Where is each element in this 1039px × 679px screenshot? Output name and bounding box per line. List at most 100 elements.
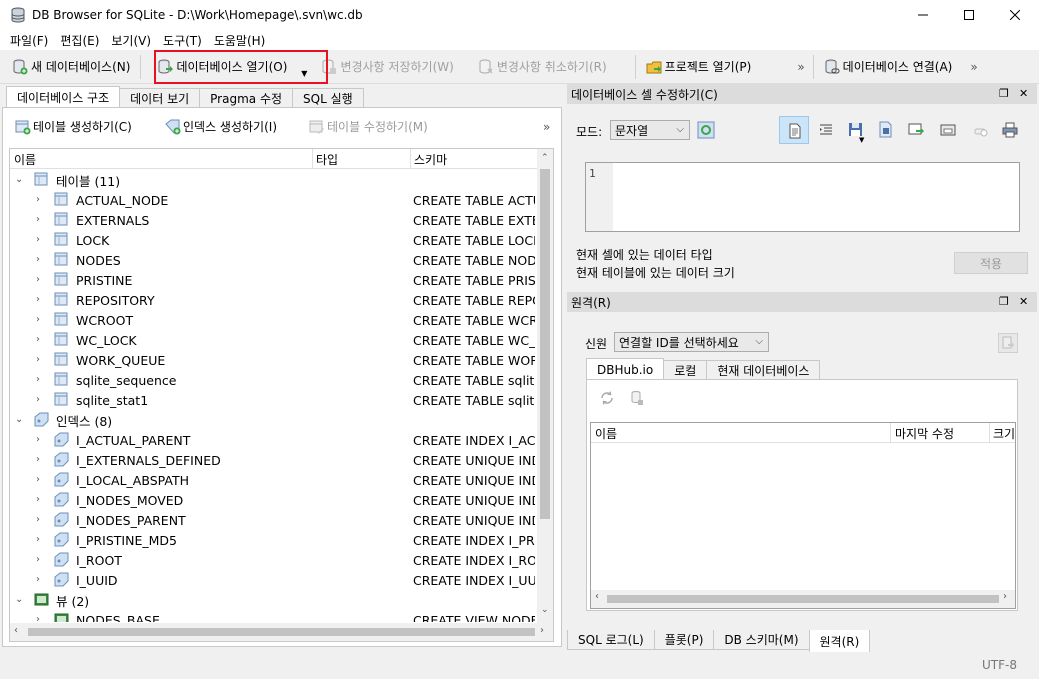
tree-item[interactable]: › sqlite_sequence CREATE TABLE sqlite_sequ…: [10, 370, 535, 390]
connect-identity-button[interactable]: [998, 333, 1018, 353]
clone-database-icon[interactable]: [629, 390, 645, 406]
scroll-right-icon[interactable]: ›: [540, 625, 544, 636]
tab-current-database[interactable]: 현재 데이터베이스: [706, 360, 821, 380]
chevron-right-icon[interactable]: ›: [36, 315, 46, 325]
tree-item[interactable]: › LOCK CREATE TABLE LOCK: [10, 230, 535, 250]
chevron-right-icon[interactable]: ›: [36, 615, 46, 623]
column-header-name[interactable]: 이름: [14, 151, 36, 168]
scroll-left-icon[interactable]: ‹: [14, 625, 18, 636]
tree-item[interactable]: › I_EXTERNALS_DEFINED CREATE UNIQUE INDEX: [10, 450, 535, 470]
minimize-button[interactable]: [900, 0, 946, 30]
revert-changes-button[interactable]: 변경사항 취소하기(R): [472, 54, 613, 80]
scroll-thumb[interactable]: [540, 169, 550, 519]
column-header-size[interactable]: 크기: [993, 425, 1015, 442]
tree-vertical-scrollbar[interactable]: ⌃ ⌄: [537, 149, 553, 623]
menu-help[interactable]: 도움말(H): [208, 32, 272, 49]
tree-item[interactable]: › I_PRISTINE_MD5 CREATE INDEX I_PRISTINE_M…: [10, 530, 535, 550]
chevron-right-icon[interactable]: ›: [36, 235, 46, 245]
save-changes-button[interactable]: 변경사항 저장하기(W): [315, 54, 459, 80]
refresh-icon[interactable]: [599, 390, 615, 406]
chevron-down-icon[interactable]: ⌄: [15, 175, 25, 185]
print-icon[interactable]: [1001, 121, 1019, 139]
chevron-right-icon[interactable]: ›: [36, 255, 46, 265]
tree-group-view[interactable]: ⌄ 뷰 (2): [10, 590, 535, 610]
cell-editor[interactable]: 1: [585, 162, 1020, 232]
tree-item[interactable]: › REPOSITORY CREATE TABLE REPOSITORY: [10, 290, 535, 310]
tree-item[interactable]: › NODES CREATE TABLE NODES: [10, 250, 535, 270]
tab-remote[interactable]: 원격(R): [808, 630, 871, 652]
chevron-right-icon[interactable]: ›: [36, 555, 46, 565]
copy-icon[interactable]: [939, 121, 957, 139]
open-project-button[interactable]: 프로젝트 열기(P): [640, 54, 758, 80]
export-file-icon[interactable]: [877, 121, 895, 139]
tree-item[interactable]: › WORK_QUEUE CREATE TABLE WORK_QUEUE: [10, 350, 535, 370]
chevron-right-icon[interactable]: ›: [36, 455, 46, 465]
column-header-schema[interactable]: 스키마: [414, 151, 447, 168]
chevron-down-icon[interactable]: ⌄: [15, 595, 25, 605]
tab-db-schema[interactable]: DB 스키마(M): [713, 630, 810, 650]
remote-horizontal-scrollbar[interactable]: ‹ ›: [591, 590, 1015, 608]
menu-edit[interactable]: 편집(E): [54, 32, 105, 49]
chevron-right-icon[interactable]: ›: [36, 375, 46, 385]
chevron-right-icon[interactable]: ›: [36, 515, 46, 525]
column-header-last-modified[interactable]: 마지막 수정: [895, 425, 954, 442]
tree-item[interactable]: › I_UUID CREATE INDEX I_UUID: [10, 570, 535, 590]
new-database-button[interactable]: 새 데이터베이스(N): [6, 54, 136, 80]
chevron-right-icon[interactable]: ›: [36, 535, 46, 545]
scroll-up-icon[interactable]: ⌃: [541, 153, 549, 163]
tree-item[interactable]: › PRISTINE CREATE TABLE PRISTINE: [10, 270, 535, 290]
identity-select[interactable]: 연결할 ID를 선택하세요 ⌵: [614, 332, 769, 352]
tab-sql-log[interactable]: SQL 로그(L): [567, 630, 655, 650]
tab-browse-data[interactable]: 데이터 보기: [119, 88, 201, 108]
scroll-left-icon[interactable]: ‹: [595, 591, 599, 602]
close-dock-icon[interactable]: ✕: [1019, 87, 1028, 100]
chevron-right-icon[interactable]: ›: [36, 475, 46, 485]
chevron-right-icon[interactable]: ›: [36, 335, 46, 345]
toolbar-overflow-button[interactable]: »: [797, 60, 804, 74]
tab-plot[interactable]: 플롯(P): [653, 630, 715, 650]
create-table-button[interactable]: 테이블 생성하기(C): [15, 118, 132, 135]
scroll-thumb-horizontal[interactable]: [28, 628, 535, 636]
chevron-right-icon[interactable]: ›: [36, 195, 46, 205]
tree-item[interactable]: › I_LOCAL_ABSPATH CREATE UNIQUE INDEX: [10, 470, 535, 490]
modify-table-button[interactable]: 테이블 수정하기(M): [309, 118, 428, 135]
menu-file[interactable]: 파일(F): [4, 32, 54, 49]
tree-group-index[interactable]: ⌄ 인덱스 (8): [10, 410, 535, 430]
float-dock-icon[interactable]: ❐: [999, 87, 1009, 100]
clear-icon[interactable]: [971, 121, 989, 139]
maximize-button[interactable]: [946, 0, 992, 30]
import-dropdown-arrow[interactable]: ▼: [859, 136, 864, 144]
tree-item[interactable]: › WCROOT CREATE TABLE WCROOT: [10, 310, 535, 330]
menu-tools[interactable]: 도구(T): [157, 32, 208, 49]
chevron-right-icon[interactable]: ›: [36, 355, 46, 365]
chevron-right-icon[interactable]: ›: [36, 275, 46, 285]
toolbar-overflow-button-2[interactable]: »: [970, 60, 977, 74]
tree-group-table[interactable]: ⌄ 테이블 (11): [10, 170, 535, 190]
scroll-down-icon[interactable]: ⌄: [541, 605, 549, 615]
create-index-button[interactable]: 인덱스 생성하기(I): [165, 118, 277, 135]
tab-local[interactable]: 로컬: [663, 360, 708, 380]
apply-button[interactable]: 적용: [954, 252, 1028, 274]
chevron-right-icon[interactable]: ›: [36, 395, 46, 405]
close-dock-icon[interactable]: ✕: [1019, 295, 1028, 308]
auto-switch-mode-icon[interactable]: [697, 121, 715, 139]
word-wrap-button[interactable]: [779, 116, 809, 144]
tab-dbhub[interactable]: DBHub.io: [586, 358, 665, 380]
chevron-right-icon[interactable]: ›: [36, 495, 46, 505]
tree-item[interactable]: › WC_LOCK CREATE TABLE WC_LOCK: [10, 330, 535, 350]
menu-view[interactable]: 보기(V): [105, 32, 157, 49]
tree-item[interactable]: › I_NODES_PARENT CREATE UNIQUE INDEX: [10, 510, 535, 530]
tree-item[interactable]: › NODES_BASE CREATE VIEW NODES_BASE: [10, 610, 535, 622]
tree-item[interactable]: › ACTUAL_NODE CREATE TABLE ACTUAL_NODE: [10, 190, 535, 210]
chevron-down-icon[interactable]: ⌄: [15, 415, 25, 425]
float-dock-icon[interactable]: ❐: [999, 295, 1009, 308]
close-button[interactable]: [992, 0, 1038, 30]
tree-item[interactable]: › EXTERNALS CREATE TABLE EXTERNALS: [10, 210, 535, 230]
chevron-right-icon[interactable]: ›: [36, 215, 46, 225]
tree-item[interactable]: › I_NODES_MOVED CREATE UNIQUE INDEX: [10, 490, 535, 510]
tab-database-structure[interactable]: 데이터베이스 구조: [6, 86, 121, 108]
tree-item[interactable]: › I_ACTUAL_PARENT CREATE INDEX I_ACTUAL_PA…: [10, 430, 535, 450]
tab-execute-sql[interactable]: SQL 실행: [292, 88, 364, 108]
chevron-right-icon[interactable]: ›: [36, 295, 46, 305]
tab-edit-pragmas[interactable]: Pragma 수정: [199, 88, 294, 108]
